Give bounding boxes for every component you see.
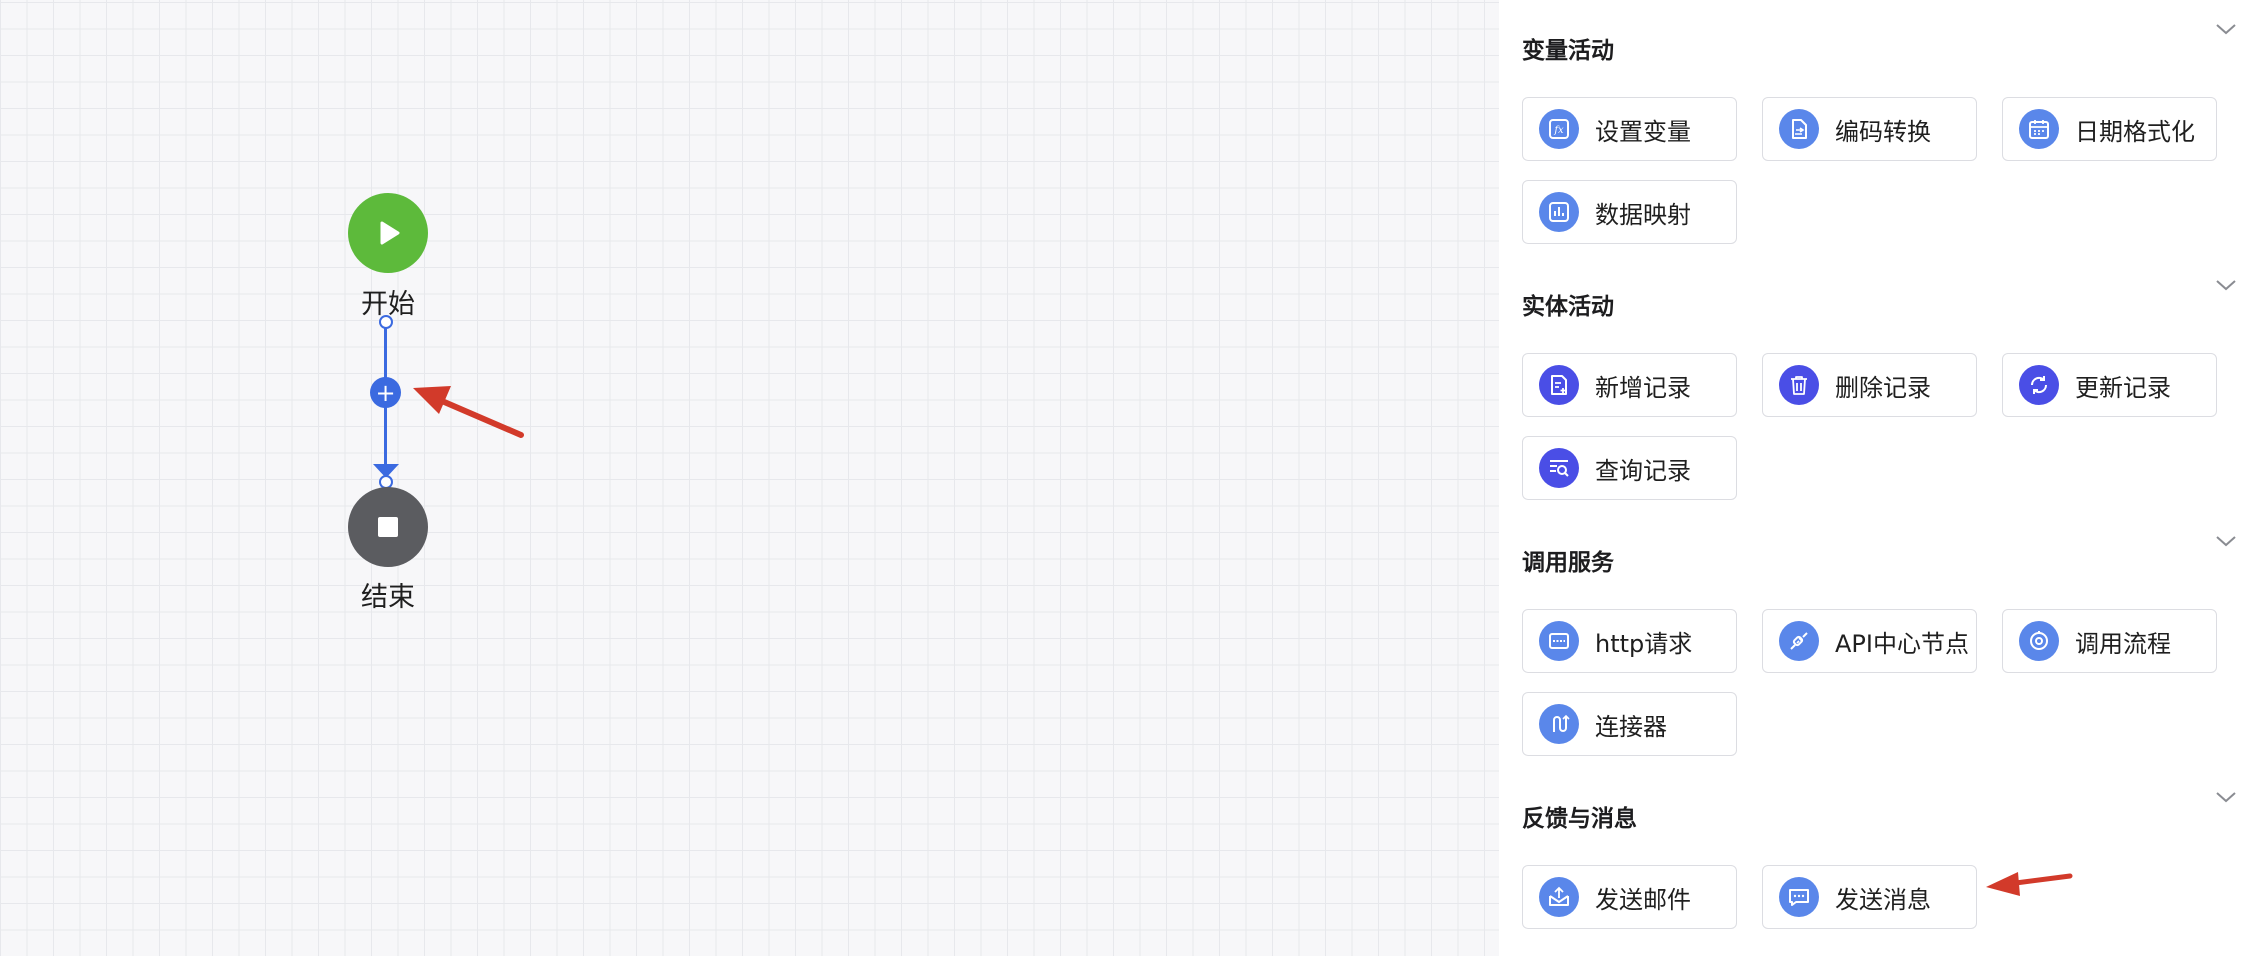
- flow-call-icon: [2019, 621, 2059, 661]
- activity-item-label: 查询记录: [1595, 456, 1691, 485]
- activity-item-send-message[interactable]: 发送消息: [1762, 865, 1977, 929]
- add-record-icon: [1539, 365, 1579, 405]
- activity-item-label: 数据映射: [1595, 200, 1691, 229]
- data-map-icon: [1539, 192, 1579, 232]
- calendar-icon: [2019, 109, 2059, 149]
- activity-item-delete-record[interactable]: 删除记录: [1762, 353, 1977, 417]
- http-icon: [1539, 621, 1579, 661]
- refresh-icon: [2019, 365, 2059, 405]
- api-link-icon: [1779, 621, 1819, 661]
- activity-item-data-map[interactable]: 数据映射: [1522, 180, 1737, 244]
- activity-item-label: 新增记录: [1595, 373, 1691, 402]
- activity-item-update-record[interactable]: 更新记录: [2002, 353, 2217, 417]
- svg-text:fx: fx: [1553, 125, 1564, 136]
- activity-item-set-variable[interactable]: fx 设置变量: [1522, 97, 1737, 161]
- flow-canvas[interactable]: 开始 + 结束: [0, 0, 1500, 956]
- activity-item-api-center[interactable]: API中心节点: [1762, 609, 1977, 673]
- activity-item-label: 日期格式化: [2075, 117, 2195, 146]
- activity-item-label: 编码转换: [1835, 117, 1931, 146]
- collapse-chevron-icon[interactable]: [2215, 534, 2237, 548]
- mail-icon: [1539, 877, 1579, 917]
- activity-panel: 变量活动 fx 设置变量 编码转换 日期格式化 数据映射 实体活动 新增记录 删…: [1499, 0, 2260, 956]
- collapse-chevron-icon[interactable]: [2215, 22, 2237, 36]
- activity-item-label: 发送消息: [1835, 885, 1931, 914]
- activity-item-label: 连接器: [1595, 712, 1667, 741]
- edge-line-upper: [384, 328, 387, 379]
- activity-item-http-request[interactable]: http请求: [1522, 609, 1737, 673]
- activity-item-label: 设置变量: [1595, 117, 1691, 146]
- activity-item-label: 调用流程: [2075, 629, 2171, 658]
- activity-item-connector[interactable]: 连接器: [1522, 692, 1737, 756]
- annotation-arrow-icon: [1986, 872, 2073, 896]
- annotation-arrow-icon: [413, 386, 524, 438]
- connector-icon: [1539, 704, 1579, 744]
- add-node-button[interactable]: +: [370, 377, 401, 408]
- activity-item-send-mail[interactable]: 发送邮件: [1522, 865, 1737, 929]
- activity-item-query-record[interactable]: 查询记录: [1522, 436, 1737, 500]
- activity-item-label: http请求: [1595, 629, 1693, 658]
- collapse-chevron-icon[interactable]: [2215, 278, 2237, 292]
- activity-item-add-record[interactable]: 新增记录: [1522, 353, 1737, 417]
- group-title-feedback: 反馈与消息: [1522, 806, 1637, 832]
- end-node[interactable]: [348, 487, 428, 567]
- start-output-port[interactable]: [379, 315, 393, 329]
- activity-item-label: 更新记录: [2075, 373, 2171, 402]
- start-node[interactable]: [348, 193, 428, 273]
- activity-item-label: 发送邮件: [1595, 885, 1691, 914]
- activity-item-label: API中心节点: [1835, 629, 1969, 658]
- play-icon: [380, 221, 400, 245]
- activity-item-label: 删除记录: [1835, 373, 1931, 402]
- activity-item-date-format[interactable]: 日期格式化: [2002, 97, 2217, 161]
- collapse-chevron-icon[interactable]: [2215, 790, 2237, 804]
- trash-icon: [1779, 365, 1819, 405]
- activity-item-encoding[interactable]: 编码转换: [1762, 97, 1977, 161]
- fx-variable-icon: fx: [1539, 109, 1579, 149]
- stop-icon: [378, 517, 398, 537]
- end-node-label: 结束: [361, 582, 415, 613]
- file-convert-icon: [1779, 109, 1819, 149]
- activity-item-call-flow[interactable]: 调用流程: [2002, 609, 2217, 673]
- group-title-service: 调用服务: [1522, 550, 1614, 576]
- search-record-icon: [1539, 448, 1579, 488]
- message-icon: [1779, 877, 1819, 917]
- group-title-variable: 变量活动: [1522, 38, 1614, 64]
- edge-line-lower: [384, 406, 387, 466]
- group-title-entity: 实体活动: [1522, 294, 1614, 320]
